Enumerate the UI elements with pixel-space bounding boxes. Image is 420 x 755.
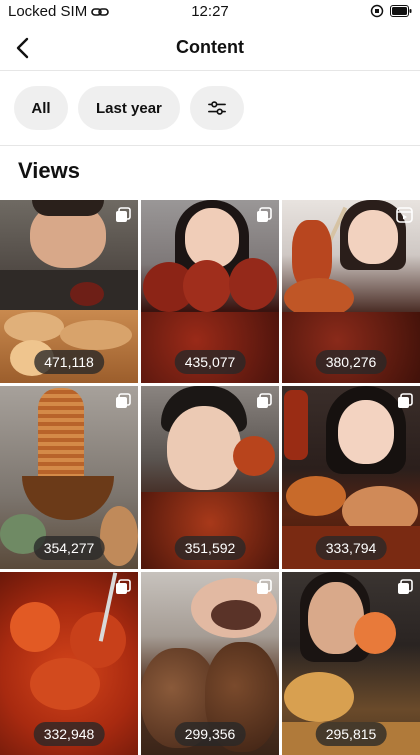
- section-title: Views: [18, 158, 80, 183]
- view-count: 354,277: [33, 536, 105, 560]
- status-bar: Locked SIM 12:27: [0, 0, 420, 24]
- carousel-icon: [257, 393, 272, 408]
- content-tile[interactable]: 332,948: [0, 572, 138, 755]
- date-range-button[interactable]: Last year: [78, 86, 180, 130]
- content-grid: 471,118 435,077 380,276 354,277 351,592 …: [0, 200, 420, 755]
- carousel-icon: [257, 579, 272, 594]
- content-tile[interactable]: 354,277: [0, 386, 138, 569]
- content-tile[interactable]: 295,815: [282, 572, 420, 755]
- thumbnail-image: [167, 406, 241, 490]
- carousel-icon: [257, 207, 272, 222]
- content-tile[interactable]: 333,794: [282, 386, 420, 569]
- carousel-icon: [116, 579, 131, 594]
- carousel-icon: [116, 393, 131, 408]
- navigation-bar: Content: [0, 26, 420, 71]
- view-count: 380,276: [315, 350, 387, 374]
- reel-icon: [396, 207, 413, 223]
- date-range-label: Last year: [96, 99, 162, 117]
- clock: 12:27: [191, 3, 229, 20]
- orientation-lock-icon: [370, 4, 384, 18]
- filter-bar: All Last year: [14, 86, 244, 130]
- divider: [0, 145, 420, 146]
- content-tile[interactable]: 435,077: [141, 200, 279, 383]
- view-count: 351,592: [174, 536, 246, 560]
- carousel-icon: [398, 579, 413, 594]
- content-tile[interactable]: 471,118: [0, 200, 138, 383]
- view-count: 332,948: [33, 722, 105, 746]
- carousel-icon: [116, 207, 131, 222]
- content-tile[interactable]: 351,592: [141, 386, 279, 569]
- carousel-icon: [398, 393, 413, 408]
- thumbnail-image: [10, 602, 60, 652]
- sliders-icon: [207, 101, 226, 115]
- thumbnail-image: [185, 208, 239, 268]
- battery-icon: [390, 5, 412, 17]
- view-count: 471,118: [34, 350, 104, 374]
- view-count: 299,356: [174, 722, 246, 746]
- thumbnail-image: [348, 210, 398, 264]
- page-title: Content: [176, 37, 244, 57]
- thumbnail-image: [308, 582, 364, 654]
- view-count: 295,815: [315, 722, 387, 746]
- filter-all-button[interactable]: All: [14, 86, 68, 130]
- filter-all-label: All: [31, 99, 51, 117]
- content-tile[interactable]: 380,276: [282, 200, 420, 383]
- thumbnail-image: [338, 400, 394, 464]
- filter-options-button[interactable]: [189, 86, 244, 130]
- content-tile[interactable]: 299,356: [141, 572, 279, 755]
- view-count: 333,794: [315, 536, 387, 560]
- view-count: 435,077: [174, 350, 246, 374]
